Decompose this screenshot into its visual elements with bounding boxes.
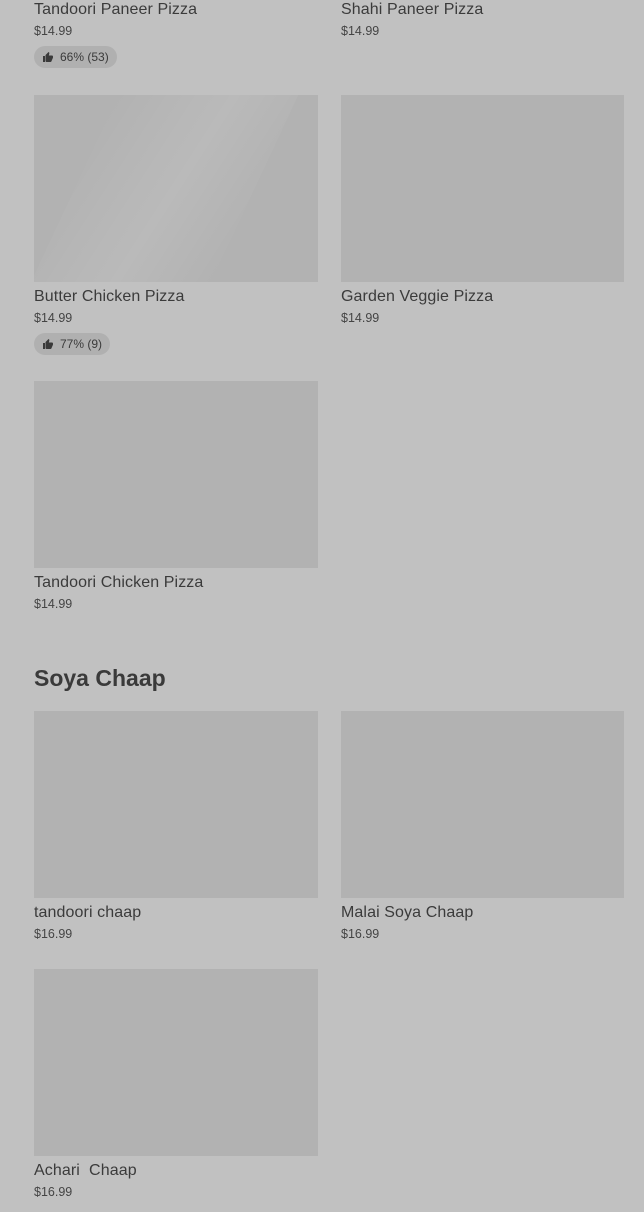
- section-title: Soya Chaap: [34, 665, 166, 691]
- item-name: Tandoori Paneer Pizza: [34, 1, 198, 18]
- menu-item-card[interactable]: Shahi Paneer Pizza $14.99: [341, 0, 624, 39]
- menu-item-card[interactable]: Malai Soya Chaap $16.99: [341, 711, 624, 942]
- item-image-placeholder: [341, 95, 624, 282]
- item-image-placeholder: [341, 711, 624, 898]
- item-name: Achari Chaap: [34, 1162, 137, 1179]
- item-price: $14.99: [341, 24, 380, 38]
- item-image-placeholder: [34, 711, 318, 898]
- menu-item-card[interactable]: Garden Veggie Pizza $14.99: [341, 95, 624, 326]
- item-price: $16.99: [341, 927, 380, 941]
- item-name: Malai Soya Chaap: [341, 904, 474, 921]
- item-price: $14.99: [341, 311, 380, 325]
- item-price: $14.99: [34, 597, 73, 611]
- menu-page: Tandoori Paneer Pizza $14.99 66% (53) Sh…: [0, 0, 644, 1212]
- menu-item-card[interactable]: Achari Chaap $16.99: [34, 969, 318, 1200]
- item-price: $14.99: [34, 311, 73, 325]
- item-name: Shahi Paneer Pizza: [341, 1, 484, 18]
- rating-text: 77% (9): [60, 337, 103, 351]
- item-price: $14.99: [34, 24, 73, 38]
- item-image-placeholder: [34, 969, 318, 1156]
- rating-badge: 77% (9): [34, 333, 111, 355]
- item-image-placeholder: [34, 95, 318, 282]
- menu-item-card[interactable]: Tandoori Paneer Pizza $14.99 66% (53): [34, 0, 318, 68]
- item-name: tandoori chaap: [34, 904, 142, 921]
- menu-item-card[interactable]: tandoori chaap $16.99: [34, 711, 318, 942]
- rating-badge: 66% (53): [34, 46, 117, 68]
- item-price: $16.99: [34, 927, 73, 941]
- thumbs-up-icon: [43, 339, 53, 349]
- item-name: Butter Chicken Pizza: [34, 288, 185, 305]
- rating-text: 66% (53): [60, 50, 109, 64]
- item-image-placeholder: [34, 381, 318, 568]
- menu-item-card[interactable]: Butter Chicken Pizza $14.99 77% (9): [34, 95, 318, 355]
- item-price: $16.99: [34, 1185, 73, 1199]
- thumbs-up-icon: [43, 52, 53, 62]
- item-name: Garden Veggie Pizza: [341, 288, 494, 305]
- item-name: Tandoori Chicken Pizza: [34, 574, 204, 591]
- menu-item-card[interactable]: Tandoori Chicken Pizza $14.99: [34, 381, 318, 612]
